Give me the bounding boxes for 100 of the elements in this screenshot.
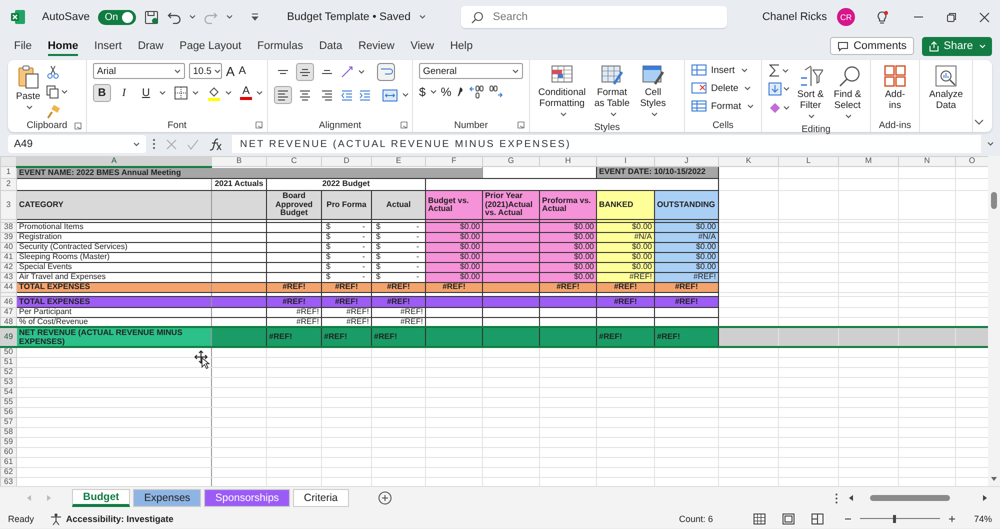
- copy-icon[interactable]: [46, 85, 60, 99]
- format-button[interactable]: Format: [691, 99, 754, 113]
- sheet-cell[interactable]: #REF!: [322, 327, 372, 348]
- sheet-cell[interactable]: Pro Forma: [322, 190, 372, 220]
- zoom-slider[interactable]: [860, 514, 940, 522]
- font-size-field[interactable]: 10.5: [189, 63, 222, 79]
- sheet-cell[interactable]: #REF!: [266, 327, 322, 348]
- scroll-thumb[interactable]: [870, 495, 950, 501]
- percent-button[interactable]: %: [440, 84, 452, 98]
- formula-field[interactable]: NET REVENUE (ACTUAL REVENUE MINUS EXPENSES): [232, 135, 981, 153]
- zoom-in-icon[interactable]: [948, 514, 956, 522]
- column-header[interactable]: J: [654, 156, 718, 167]
- close-icon[interactable]: [979, 12, 990, 22]
- sheet-cell[interactable]: TOTAL EXPENSES: [16, 296, 212, 308]
- sheet-cell[interactable]: Air Travel and Expenses: [16, 272, 212, 283]
- find-select-button[interactable]: Find & Select: [831, 63, 864, 124]
- menu-tab[interactable]: Review: [350, 35, 402, 57]
- row-header[interactable]: 60: [0, 447, 16, 458]
- row-header[interactable]: 49: [0, 327, 16, 348]
- expand-icon[interactable]: [987, 141, 994, 147]
- row-header[interactable]: 39: [0, 232, 16, 243]
- caret-icon[interactable]: [189, 14, 196, 20]
- sheet-tab[interactable]: Budget: [72, 489, 130, 507]
- delete-button[interactable]: Delete: [691, 81, 754, 95]
- name-box[interactable]: A49: [8, 135, 146, 153]
- paste-button[interactable]: Paste: [14, 63, 42, 115]
- font-style-button[interactable]: U: [137, 84, 155, 102]
- row-header[interactable]: 43: [0, 272, 16, 283]
- collapse-ribbon-icon[interactable]: [974, 119, 984, 126]
- scroll-right-icon[interactable]: [982, 494, 988, 502]
- grow-font-button[interactable]: A: [226, 64, 235, 78]
- normal-view-icon[interactable]: [752, 512, 766, 524]
- save-icon[interactable]: [144, 10, 160, 24]
- column-header[interactable]: N: [898, 156, 956, 167]
- menu-tab[interactable]: Data: [311, 35, 350, 57]
- row-header[interactable]: 38: [0, 222, 16, 233]
- more-icon[interactable]: [835, 492, 838, 504]
- sheet-cell[interactable]: EVENT DATE: 10/10-15/2022: [596, 166, 718, 179]
- row-header[interactable]: 54: [0, 387, 16, 398]
- row-header[interactable]: 42: [0, 262, 16, 273]
- menu-tab[interactable]: View: [402, 35, 442, 57]
- share-button[interactable]: Share: [922, 36, 992, 56]
- search-field[interactable]: Search: [460, 6, 727, 28]
- page-break-view-icon[interactable]: [810, 512, 824, 524]
- add-ins-button[interactable]: Add-ins: [877, 63, 913, 113]
- column-header[interactable]: G: [482, 156, 540, 167]
- sheet-cell[interactable]: 2021 Actuals: [212, 178, 266, 191]
- column-header[interactable]: I: [596, 156, 654, 167]
- column-header[interactable]: A: [16, 156, 212, 167]
- row-header[interactable]: 53: [0, 377, 16, 388]
- vertical-scrollbar[interactable]: [988, 156, 1000, 486]
- sheet-tab[interactable]: Sponsorships: [204, 489, 290, 507]
- sheet-tab[interactable]: Expenses: [133, 489, 202, 507]
- format-as-table-button[interactable]: Format as Table: [590, 63, 634, 122]
- comments-button[interactable]: Comments: [830, 37, 914, 55]
- font-style-button[interactable]: B: [93, 84, 111, 102]
- row-header[interactable]: 55: [0, 397, 16, 408]
- column-header[interactable]: K: [718, 156, 778, 167]
- restore-icon[interactable]: [946, 12, 957, 22]
- fill-down-icon[interactable]: [768, 82, 782, 96]
- row-header[interactable]: 51: [0, 357, 16, 368]
- scroll-left-icon[interactable]: [848, 494, 854, 502]
- decrease-decimal-icon[interactable]: [488, 84, 504, 99]
- row-header[interactable]: 40: [0, 242, 16, 253]
- caret-icon[interactable]: [256, 90, 263, 96]
- page-layout-view-icon[interactable]: [782, 512, 795, 524]
- more-icon[interactable]: [152, 138, 156, 150]
- scroll-down-icon[interactable]: [990, 476, 998, 482]
- document-title[interactable]: Budget Template • Saved: [287, 11, 411, 23]
- sheet-cell[interactable]: Proforma vs. Actual: [540, 190, 596, 220]
- column-header[interactable]: F: [426, 156, 482, 167]
- sheet-cell[interactable]: Special Events: [16, 262, 212, 273]
- caret-icon[interactable]: [430, 88, 437, 94]
- lightbulb-icon[interactable]: [875, 10, 889, 24]
- row-header[interactable]: 47: [0, 308, 16, 318]
- function-icon[interactable]: [209, 138, 222, 150]
- column-header[interactable]: D: [322, 156, 372, 167]
- middle-align-icon[interactable]: [296, 63, 314, 81]
- row-header[interactable]: 2: [0, 178, 16, 191]
- format-painter-icon[interactable]: [46, 105, 60, 119]
- chevron-icon[interactable]: [418, 14, 426, 20]
- caret-icon[interactable]: [782, 68, 789, 74]
- caret-icon[interactable]: [192, 90, 199, 96]
- cell-styles-button[interactable]: Cell Styles: [636, 63, 670, 122]
- row-header[interactable]: 62: [0, 467, 16, 478]
- sheet-cell[interactable]: CATEGORY: [16, 190, 212, 220]
- sheet-cell[interactable]: Prior Year (2021)Actual vs. Actual: [482, 190, 540, 220]
- caret-icon[interactable]: [783, 86, 790, 92]
- sheet-cell[interactable]: NET REVENUE (ACTUAL REVENUE MINUS EXPENSES): [16, 327, 212, 348]
- row-header[interactable]: 61: [0, 457, 16, 468]
- decrease-indent-icon[interactable]: [340, 88, 354, 102]
- autosave-toggle[interactable]: On: [98, 10, 136, 24]
- font-name-field[interactable]: Arial: [93, 63, 185, 79]
- user-avatar[interactable]: CR: [837, 8, 855, 26]
- sheet-cell[interactable]: Security (Contracted Services): [16, 242, 212, 253]
- sheet-cell[interactable]: OUTSTANDING: [654, 190, 718, 220]
- add-sheet-icon[interactable]: [378, 491, 392, 505]
- sheet-cell[interactable]: Board Approved Budget: [266, 190, 322, 220]
- autosum-icon[interactable]: [768, 63, 781, 78]
- fill-color-icon[interactable]: [207, 86, 221, 100]
